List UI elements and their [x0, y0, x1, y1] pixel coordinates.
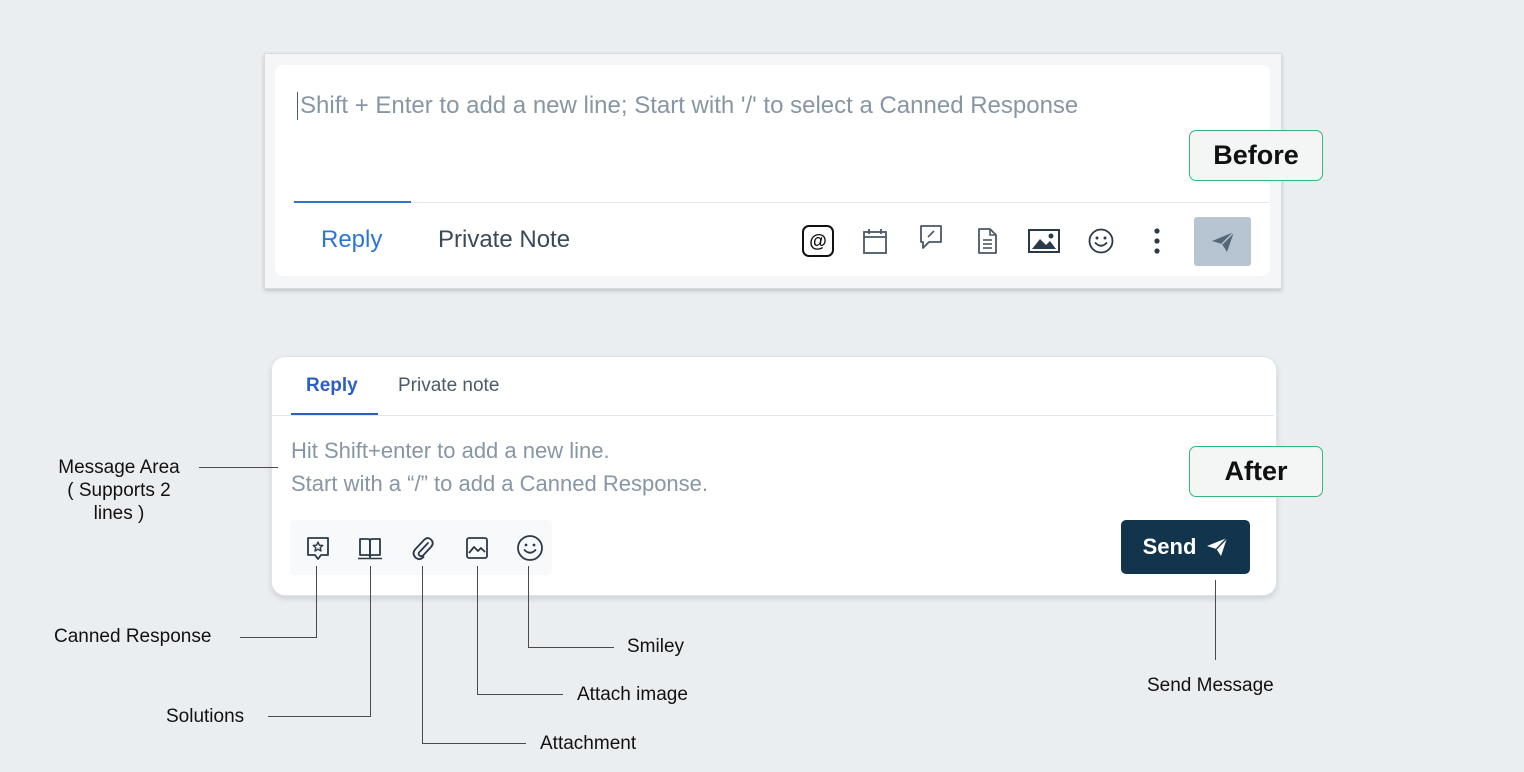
text-caret: [297, 92, 298, 120]
annotation-attach-image: Attach image: [577, 684, 688, 705]
annotation-smiley: Smiley: [627, 636, 685, 657]
after-tab-private-note[interactable]: Private note: [398, 375, 499, 397]
before-send-button[interactable]: [1194, 217, 1251, 266]
annotation-line: [268, 716, 371, 717]
annotation-line: [477, 694, 563, 695]
before-divider: [293, 202, 1269, 203]
annotation-line: [528, 566, 529, 648]
annotation-send-message: Send Message: [1147, 675, 1274, 696]
annotation-solutions: Solutions: [166, 706, 245, 727]
attach-image-icon[interactable]: [462, 533, 492, 563]
send-plane-icon: [1211, 230, 1235, 252]
annotation-line: [1215, 580, 1216, 660]
annotation-attachment: Attachment: [540, 733, 637, 754]
annotation-line: [316, 566, 317, 638]
canned-response-icon[interactable]: [303, 533, 333, 563]
annotation-line: [477, 566, 478, 695]
before-tab-reply[interactable]: Reply: [321, 226, 382, 254]
annotation-line: [422, 566, 423, 744]
after-tag: After: [1189, 446, 1323, 497]
annotation-line: [199, 467, 278, 468]
smiley-icon[interactable]: [1084, 224, 1118, 258]
annotation-line: [422, 743, 526, 744]
before-active-tab-indicator: [294, 201, 411, 203]
image-icon[interactable]: [1027, 224, 1061, 258]
attachment-icon[interactable]: [408, 533, 438, 563]
solutions-icon[interactable]: [355, 533, 385, 563]
send-button[interactable]: Send: [1121, 520, 1250, 574]
after-active-tab-indicator: [291, 413, 378, 415]
after-message-input-line1[interactable]: Hit Shift+enter to add a new line.: [291, 438, 610, 464]
after-tab-reply[interactable]: Reply: [306, 375, 358, 397]
after-message-input-line2[interactable]: Start with a “/” to add a Canned Respons…: [291, 471, 708, 497]
after-divider: [272, 415, 1274, 416]
more-vertical-icon[interactable]: [1140, 224, 1174, 258]
mention-icon[interactable]: @: [801, 224, 835, 258]
comment-icon[interactable]: [914, 220, 948, 254]
annotation-line: [240, 637, 317, 638]
svg-text:@: @: [809, 231, 827, 251]
calendar-icon[interactable]: [858, 224, 892, 258]
smiley-icon[interactable]: [515, 533, 545, 563]
annotation-text: ( Supports 2: [67, 480, 171, 501]
send-button-label: Send: [1142, 534, 1197, 559]
before-message-input[interactable]: Shift + Enter to add a new line; Start w…: [300, 92, 1078, 120]
send-plane-icon: [1207, 537, 1228, 556]
annotation-text: lines ): [93, 503, 145, 524]
annotation-message-area: Message Area ( Supports 2 lines ): [40, 456, 198, 525]
annotation-line: [528, 647, 614, 648]
before-tag: Before: [1189, 130, 1323, 181]
annotation-text: Message Area: [58, 457, 180, 478]
document-icon[interactable]: [970, 224, 1004, 258]
annotation-line: [370, 566, 371, 717]
annotation-canned-response: Canned Response: [54, 626, 212, 647]
before-tab-private-note[interactable]: Private Note: [438, 226, 570, 254]
